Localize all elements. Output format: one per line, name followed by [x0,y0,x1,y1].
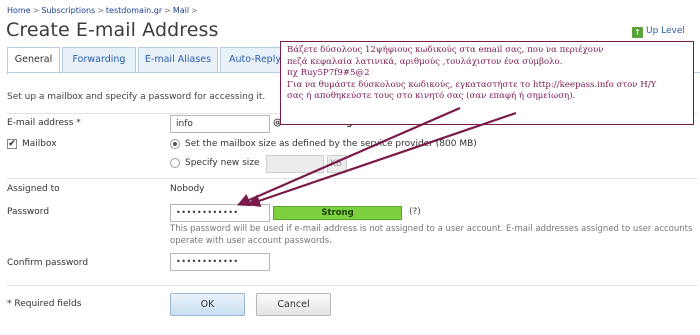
breadcrumb-separator: > [32,6,40,15]
tab-general[interactable]: General [7,47,60,74]
required-fields-note: * Required fields [7,299,82,309]
breadcrumb-subscriptions[interactable]: Subscriptions [41,6,95,15]
breadcrumb-separator: > [164,6,171,15]
breadcrumb-mail[interactable]: Mail [173,6,189,15]
email-field[interactable]: info [170,115,270,133]
up-level-label: Up Level [646,26,685,36]
annotation-line: σας ή αποθηκεύστε τους στο κινητό σας (σ… [287,91,576,101]
mailbox-size-unit[interactable]: KB [327,155,347,173]
mailbox-size-custom-radio[interactable] [170,158,180,168]
confirm-password-label: Confirm password [7,258,89,268]
assigned-to-value: Nobody [170,184,205,194]
breadcrumb-home[interactable]: Home [7,6,31,15]
page-title: Create E-mail Address [6,19,219,41]
breadcrumb-separator: > [97,6,104,15]
password-strength-bar: Strong [273,206,402,220]
divider [7,285,697,286]
tab-email-aliases[interactable]: E-mail Aliases [138,47,218,73]
breadcrumb-separator: > [191,6,198,15]
annotation-line: πεζά κεφαλαία λατινικά, αριθμούς ,τουλάχ… [287,56,563,67]
confirm-password-field[interactable]: •••••••••••• [170,253,270,271]
mailbox-size-default-radio[interactable] [170,139,180,149]
password-field[interactable]: •••••••••••• [170,204,270,222]
annotation-line: Για να θυμάστε δύσκολους κωδικούς, εγκατ… [287,79,657,90]
password-note: This password will be used if e-mail add… [170,224,693,246]
mailbox-size-input[interactable] [266,155,324,173]
up-level-icon: ↑ [632,27,643,38]
divider [7,178,697,179]
tab-forwarding[interactable]: Forwarding [62,47,136,73]
intro-text: Set up a mailbox and specify a password … [7,92,266,102]
breadcrumb-domain[interactable]: testdomain.gr [106,6,162,15]
annotation-callout: Βάζετε δύσολους 12ψήφιους κωδικούς στα e… [280,41,694,125]
password-label: Password [7,207,50,217]
mailbox-label: Mailbox [22,139,57,149]
email-label: E-mail address * [7,118,81,128]
assigned-to-label: Assigned to [7,184,60,194]
up-level-link[interactable]: ↑ Up Level [632,26,685,38]
ok-button[interactable]: OK [170,293,245,316]
password-help-icon[interactable]: (?) [409,207,421,217]
annotation-line: Βάζετε δύσολους 12ψήφιους κωδικούς στα e… [287,45,604,55]
mailbox-checkbox[interactable]: ✔ [7,139,17,149]
annotation-line: πχ Ruy5P7f9#5@2 [287,68,370,78]
mailbox-size-default-label: Set the mailbox size as defined by the s… [185,139,477,149]
mailbox-size-custom-label: Specify new size [185,158,260,168]
breadcrumb: Home > Subscriptions > testdomain.gr > Mail > [7,6,200,15]
cancel-button[interactable]: Cancel [256,293,331,316]
